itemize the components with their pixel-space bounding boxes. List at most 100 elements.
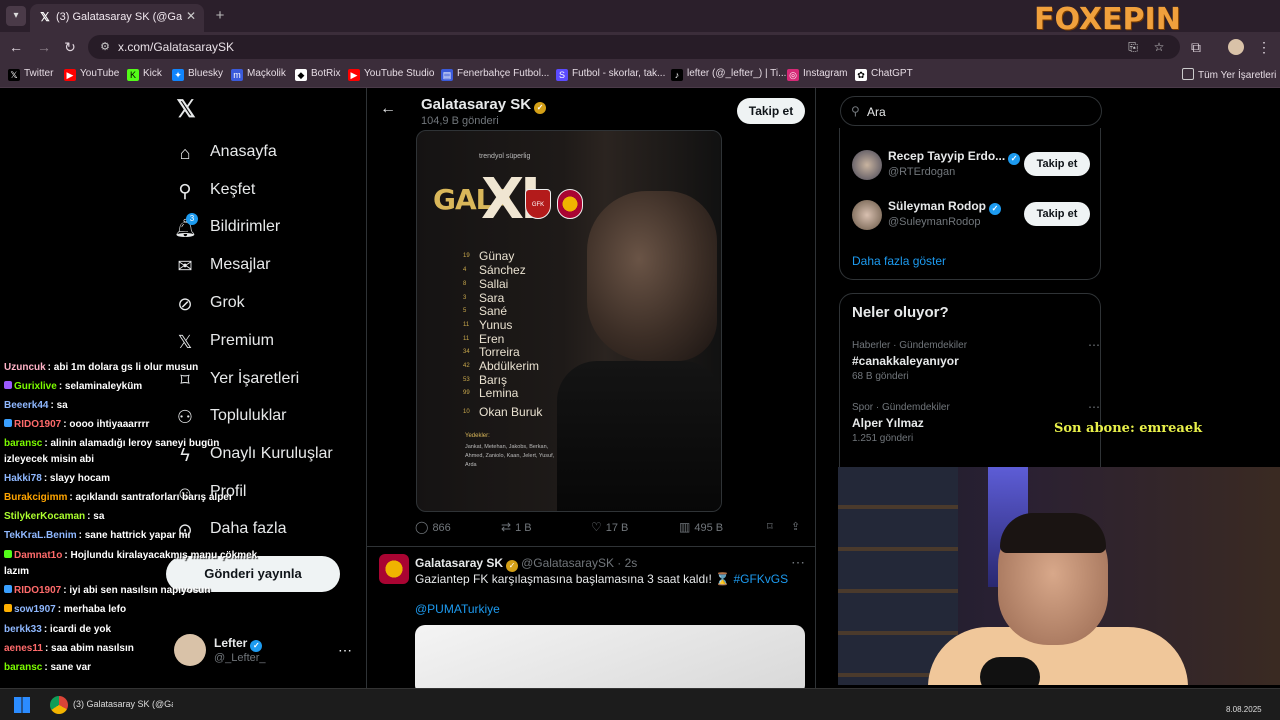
tweet-more-icon[interactable]: ⋯: [791, 554, 805, 571]
folder-icon: [1182, 68, 1194, 80]
bookmark-chatgpt[interactable]: ✿ ChatGPT: [855, 68, 913, 82]
chat-message: berkk33: icardi de yok: [4, 624, 112, 635]
bookmark-bluesky[interactable]: ✦ Bluesky: [172, 68, 223, 82]
x-logo-icon[interactable]: 𝕏: [174, 98, 198, 122]
search-icon: ⚲: [178, 181, 192, 201]
tiktok-icon: ♪: [671, 69, 683, 81]
player-name: Yunus: [479, 318, 513, 332]
youtube-icon: ▶: [64, 69, 76, 81]
share-icon[interactable]: ⇪: [791, 520, 800, 538]
player-number: 19: [463, 253, 470, 259]
x-icon: 𝕏: [177, 332, 193, 352]
last-subscriber-alert: Son abone: emreaek: [1054, 421, 1203, 436]
url-text[interactable]: x.com/GalatasaraySK: [118, 40, 234, 54]
player-number: 5: [463, 308, 467, 314]
site-info-icon[interactable]: ⚙: [98, 40, 112, 54]
tab-search-icon[interactable]: ▾: [6, 6, 26, 26]
bookmark-futbol[interactable]: S Futbol - skorlar, tak...: [556, 68, 665, 82]
mail-icon: ✉: [177, 256, 193, 276]
subs-list: Jankat, Metehan, Jakobs, Berkan, Ahmed, …: [465, 444, 555, 468]
bookmark-tweet-icon[interactable]: ⌑: [767, 520, 773, 538]
back-arrow-icon[interactable]: ←: [379, 100, 397, 118]
address-bar[interactable]: ⚙ x.com/GalatasaraySK ⎘ ☆: [88, 35, 1180, 59]
who-item[interactable]: Recep Tayyip Erdo... ✓ @RTErdogan Takip e…: [852, 148, 1092, 182]
search-box[interactable]: ⚲ Ara: [840, 96, 1102, 126]
reply-button[interactable]: ◯ 866: [415, 520, 451, 538]
futbol-icon: S: [556, 69, 568, 81]
tab-close-icon[interactable]: ✕: [184, 9, 198, 23]
coach-name: Okan Buruk: [479, 405, 543, 419]
player-name: Sara: [479, 291, 505, 305]
player-name: Sallai: [479, 277, 509, 291]
avatar: [852, 150, 882, 180]
chat-message: RIDO1907: iyi abi sen nasılsın napıyosun: [4, 585, 240, 596]
bookmark-tiktok[interactable]: ♪ lefter (@_lefter_) | Ti...: [671, 68, 786, 82]
new-tab-icon[interactable]: +: [212, 8, 228, 24]
more-options-icon[interactable]: ⋯: [338, 642, 352, 659]
bookmarks-bar: 𝕏 Twitter ▶ YouTube K Kick ✦ Bluesky m Maçkol…: [0, 62, 1280, 88]
bookmark-mackolik[interactable]: m Maçkolik: [231, 68, 286, 82]
who-item[interactable]: Süleyman Rodop ✓ @SuleymanRodop Takip et: [852, 198, 1092, 232]
trend-more-icon[interactable]: ⋯: [1088, 400, 1100, 414]
browser-tab-active[interactable]: 𝕏 (3) Galatasaray SK (@Galatasaray ✕: [30, 4, 204, 32]
chat-message: StilykerKocaman: sa: [4, 511, 105, 522]
windows-start-icon[interactable]: [14, 697, 30, 713]
trend-item[interactable]: Haberler · Gündemdekiler #canakkaleyanıy…: [852, 338, 1100, 390]
kick-icon: K: [127, 69, 139, 81]
player-number: 11: [463, 336, 470, 342]
tweet-header: Galatasaray SK ✓ @GalatasaraySK · 2s: [415, 556, 638, 572]
search-input[interactable]: Ara: [867, 105, 886, 119]
x-favicon-icon: 𝕏: [40, 10, 50, 24]
chat-message: Damnat1o: Hojlundu kiralayacakmış manu ç…: [4, 550, 257, 561]
youtube-icon: ▶: [348, 69, 360, 81]
search-icon: ⚲: [851, 104, 860, 118]
browser-menu-icon[interactable]: ⋮: [1256, 39, 1272, 55]
chatgpt-icon: ✿: [855, 69, 867, 81]
x-icon: 𝕏: [8, 69, 20, 81]
profile-avatar-icon[interactable]: [1228, 39, 1244, 55]
follow-button[interactable]: Takip et: [737, 98, 805, 124]
bookmark-twitter[interactable]: 𝕏 Twitter: [8, 68, 53, 82]
show-more-link[interactable]: Daha fazla göster: [852, 254, 946, 268]
galatasaray-crest-icon: [557, 189, 583, 219]
verified-icon: ✓: [250, 640, 263, 652]
views-button[interactable]: ▥ 495 B: [679, 520, 723, 538]
hashtag-link[interactable]: #GFKvGS: [733, 572, 788, 586]
trends-panel: Neler oluyor? Haberler · Gündemdekiler #…: [839, 293, 1101, 493]
bookmark-youtube[interactable]: ▶ YouTube: [64, 68, 119, 82]
bookmark-kick[interactable]: K Kick: [127, 68, 162, 82]
bookmark-fenerbahce[interactable]: ▤ Fenerbahçe Futbol...: [441, 68, 549, 82]
follow-button[interactable]: Takip et: [1024, 152, 1090, 176]
foxepin-logo: FOXEPIN: [1034, 2, 1181, 37]
bookmark-botrix[interactable]: ◆ BotRix: [295, 68, 340, 82]
chat-message: izleyecek misin abi: [4, 454, 95, 465]
chat-badge-icon: [4, 381, 12, 389]
repost-button[interactable]: ⇄ 1 B: [501, 520, 532, 538]
screen: ▾ 𝕏 (3) Galatasaray SK (@Galatasaray ✕ +…: [0, 0, 1280, 720]
bookmark-star-icon[interactable]: ☆: [1152, 40, 1166, 54]
chat-badge-icon: [4, 550, 12, 558]
like-button[interactable]: ♡ 17 B: [591, 520, 628, 538]
chat-message: sow1907: merhaba lefo: [4, 604, 240, 615]
all-bookmarks[interactable]: Tüm Yer İşaretleri: [1182, 68, 1276, 82]
reload-icon[interactable]: ↻: [62, 39, 78, 55]
mention-link[interactable]: @PUMATurkiye: [415, 602, 500, 616]
tab-title: (3) Galatasaray SK (@Galatasaray: [56, 11, 182, 23]
extensions-icon[interactable]: ⧉: [1188, 39, 1204, 55]
bookmark-youtube-studio[interactable]: ▶ YouTube Studio: [348, 68, 434, 82]
chrome-taskbar-icon[interactable]: [50, 696, 68, 714]
trend-more-icon[interactable]: ⋯: [1088, 338, 1100, 352]
back-icon[interactable]: ←: [8, 39, 24, 55]
instagram-icon: ◎: [787, 69, 799, 81]
grok-icon: ⊘: [177, 294, 193, 314]
avatar: [852, 200, 882, 230]
install-app-icon[interactable]: ⎘: [1126, 40, 1140, 54]
follow-button[interactable]: Takip et: [1024, 202, 1090, 226]
taskbar-window-title[interactable]: (3) Galatasaray SK (@Ga: [73, 699, 173, 709]
verified-gold-icon: ✓: [534, 102, 547, 114]
galatasaray-avatar[interactable]: [379, 554, 409, 584]
lineup-poster-image[interactable]: trendyol süperlig GALA XI GFK 19 Günay 4…: [416, 130, 722, 512]
bookmark-instagram[interactable]: ◎ Instagram: [787, 68, 847, 82]
forward-icon[interactable]: →: [36, 39, 52, 55]
tweet-media-image[interactable]: [415, 625, 805, 688]
